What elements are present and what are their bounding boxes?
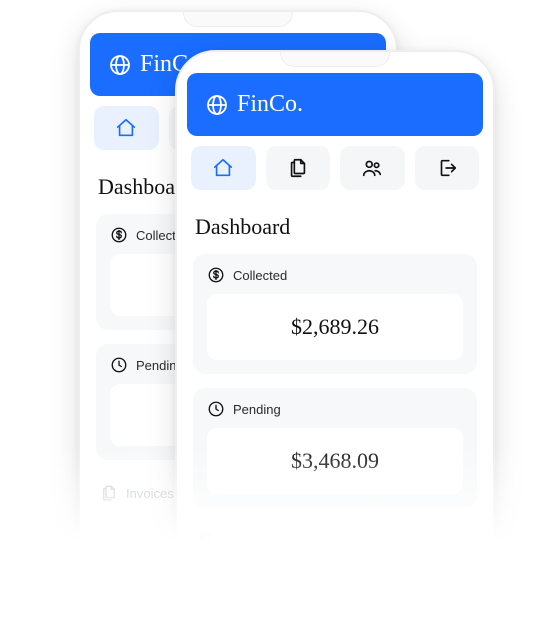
- row-invoices[interactable]: Invoices: [193, 522, 477, 560]
- nav-bar: [177, 146, 493, 200]
- brand: FinCo.: [205, 91, 303, 118]
- documents-icon: [287, 157, 309, 179]
- invoice-icon: [197, 532, 215, 550]
- users-icon: [361, 157, 383, 179]
- clock-icon: [110, 356, 128, 374]
- nav-users[interactable]: [340, 146, 405, 190]
- globe-icon: [108, 53, 132, 77]
- row-invoices-label: Invoices: [223, 534, 271, 549]
- home-icon: [212, 157, 234, 179]
- card-collected: Collected $2,689.26: [193, 254, 477, 374]
- app-header: FinCo.: [187, 73, 483, 136]
- phone-mock-front: FinCo.: [175, 50, 495, 620]
- phone-notch: [280, 51, 390, 67]
- card-pending: Pending $3,468.09: [193, 388, 477, 508]
- nav-home[interactable]: [94, 106, 159, 150]
- nav-home[interactable]: [191, 146, 256, 190]
- dollar-circle-icon: [207, 266, 225, 284]
- card-pending-label: Pending: [233, 402, 281, 417]
- clock-icon: [207, 400, 225, 418]
- brand-name: FinCo.: [237, 91, 303, 118]
- card-collected-label: Collected: [233, 268, 287, 283]
- invoice-icon: [100, 484, 118, 502]
- row-invoices-label: Invoices: [126, 486, 174, 501]
- logout-icon: [436, 157, 458, 179]
- card-collected-value: $2,689.26: [207, 294, 463, 360]
- nav-documents[interactable]: [266, 146, 331, 190]
- card-pending-value: $3,468.09: [207, 428, 463, 494]
- card-collected-header: Collected: [207, 266, 463, 284]
- phone-notch: [183, 11, 293, 27]
- card-pending-header: Pending: [207, 400, 463, 418]
- globe-icon: [205, 93, 229, 117]
- nav-logout[interactable]: [415, 146, 480, 190]
- dollar-circle-icon: [110, 226, 128, 244]
- page-title: Dashboard: [195, 214, 477, 240]
- home-icon: [115, 117, 137, 139]
- page-content: Dashboard Collected $2,689.26: [177, 200, 493, 560]
